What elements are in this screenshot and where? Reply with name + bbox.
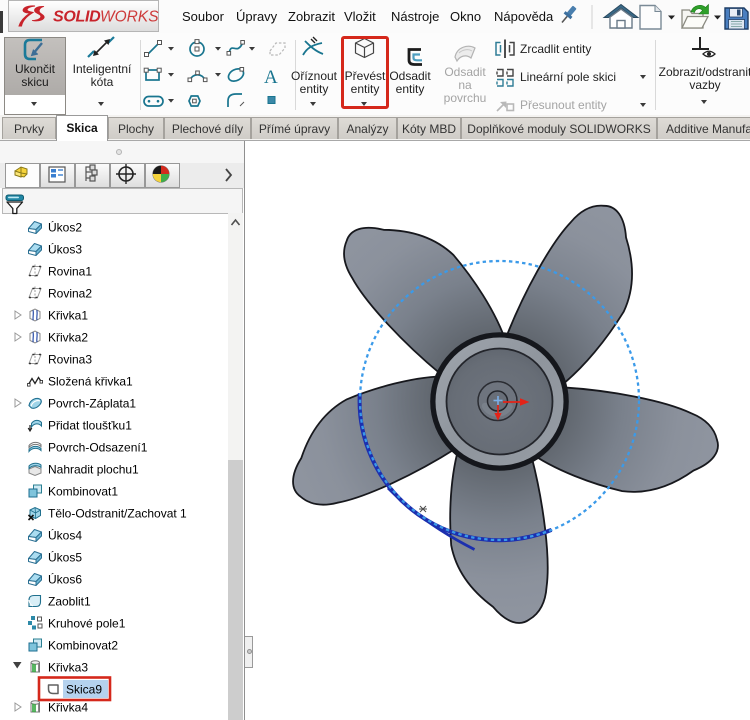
svg-text:Úkos6: Úkos6 [48, 572, 82, 587]
svg-text:A: A [264, 67, 278, 88]
svg-text:Přidat tloušťku1: Přidat tloušťku1 [48, 419, 132, 433]
svg-text:Úkos2: Úkos2 [48, 220, 82, 235]
svg-text:Zaoblit1: Zaoblit1 [48, 595, 91, 609]
svg-text:Úkos3: Úkos3 [48, 242, 82, 257]
svg-text:Rovina3: Rovina3 [48, 353, 92, 367]
svg-text:Rovina1: Rovina1 [48, 265, 92, 279]
svg-text:Křivka3: Křivka3 [48, 661, 88, 675]
svg-text:Křivka1: Křivka1 [48, 309, 88, 323]
svg-text:Úkos4: Úkos4 [48, 528, 82, 543]
svg-text:Skica9: Skica9 [66, 683, 102, 697]
svg-text:WORKS: WORKS [100, 9, 159, 26]
svg-text:Křivka2: Křivka2 [48, 331, 88, 345]
svg-text:Rovina2: Rovina2 [48, 287, 92, 301]
svg-text:Složená křivka1: Složená křivka1 [48, 375, 133, 389]
svg-text:Povrch-Záplata1: Povrch-Záplata1 [48, 397, 136, 411]
svg-text:Tělo-Odstranit/Zachovat 1: Tělo-Odstranit/Zachovat 1 [48, 507, 187, 521]
svg-text:Kombinovat1: Kombinovat1 [48, 485, 118, 499]
svg-text:Křivka4: Křivka4 [48, 701, 88, 715]
svg-text:SOLID: SOLID [53, 9, 101, 26]
svg-text:Povrch-Odsazení1: Povrch-Odsazení1 [48, 441, 148, 455]
svg-text:Kruhové pole1: Kruhové pole1 [48, 617, 126, 631]
svg-text:Úkos5: Úkos5 [48, 550, 82, 565]
svg-text:Kombinovat2: Kombinovat2 [48, 639, 118, 653]
svg-text:Nahradit plochu1: Nahradit plochu1 [48, 463, 139, 477]
